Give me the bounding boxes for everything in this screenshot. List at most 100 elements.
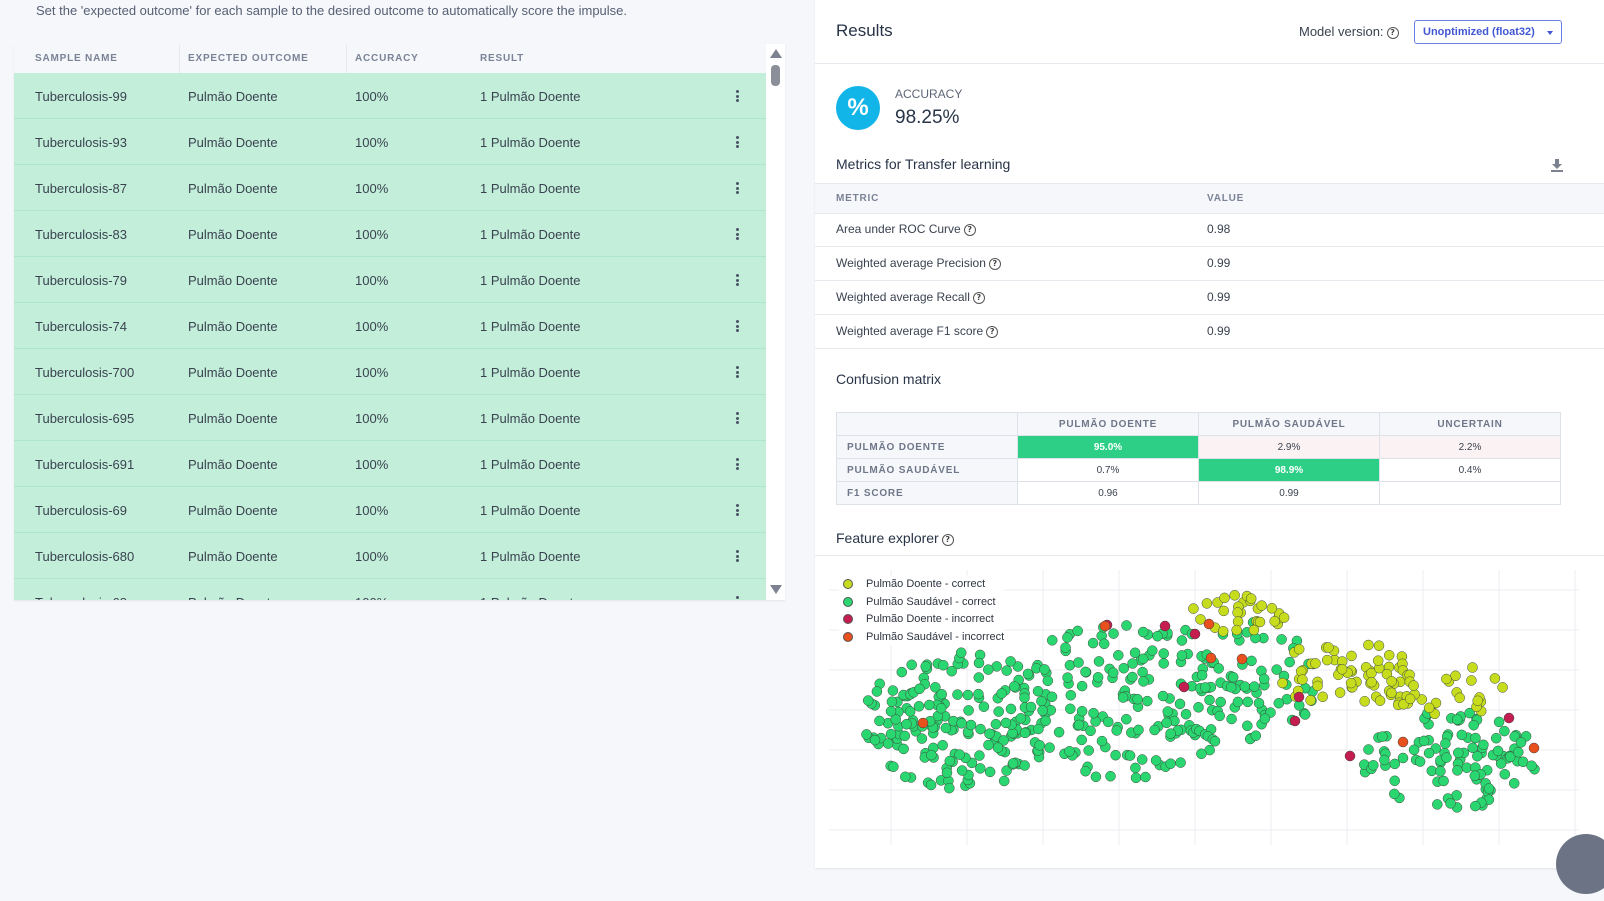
scroll-thumb[interactable] [771,65,780,86]
scatter-point [1456,729,1468,741]
scatter-point [1147,645,1158,656]
more-options-icon[interactable] [733,136,741,150]
scroll-down-arrow-icon[interactable] [770,585,782,594]
more-options-icon[interactable] [733,458,741,472]
expected-outcome[interactable]: Pulmão Doente [188,227,278,242]
help-icon[interactable]: ? [988,258,1001,270]
scatter-point [1019,727,1031,739]
scatter-point [1065,689,1077,701]
legend-item[interactable]: Pulmão Doente - correct [839,576,1004,594]
expected-outcome[interactable]: Pulmão Doente [188,319,278,334]
scatter-point [1019,760,1030,771]
expected-outcome[interactable]: Pulmão Doente [188,411,278,426]
scroll-up-arrow-icon[interactable] [770,49,782,58]
scatter-point [1441,752,1452,763]
scatter-point [1005,703,1017,715]
help-icon[interactable]: ? [1386,27,1399,39]
accuracy: 100% [355,457,389,472]
legend-item[interactable]: Pulmão Saudável - correct [839,594,1004,612]
scatter-point [1096,735,1108,747]
expected-outcome[interactable]: Pulmão Doente [188,181,278,196]
scatter-point [1072,625,1083,637]
table-row[interactable]: Tuberculosis-68 Pulmão Doente 100% 1 Pulmão… [14,579,766,600]
scatter-point [882,738,894,749]
cm-cell: 2.2% [1379,435,1561,459]
more-options-icon[interactable] [733,596,741,600]
legend-marker-icon [843,631,853,642]
samples-scrollbar[interactable] [766,44,784,600]
column-header-result[interactable]: RESULT [480,53,524,64]
scatter-point [1284,656,1295,668]
cm-cell: 0.99 [1198,481,1380,505]
scatter-point [1118,662,1130,674]
expected-outcome[interactable]: Pulmão Doente [188,365,278,380]
more-options-icon[interactable] [733,182,741,196]
help-chat-button[interactable] [1556,834,1604,894]
scatter-point [914,683,925,695]
more-options-icon[interactable] [733,320,741,334]
expected-outcome[interactable]: Pulmão Doente [188,457,278,472]
table-row[interactable]: Tuberculosis-691 Pulmão Doente 100% 1 Pulmã… [14,441,766,487]
table-row[interactable]: Tuberculosis-93 Pulmão Doente 100% 1 Pulmão… [14,119,766,165]
table-row[interactable]: Tuberculosis-695 Pulmão Doente 100% 1 Pulmã… [14,395,766,441]
scatter-point [1215,696,1226,708]
table-row[interactable]: Tuberculosis-680 Pulmão Doente 100% 1 Pulmã… [14,533,766,579]
table-row[interactable]: Tuberculosis-87 Pulmão Doente 100% 1 Pulmão… [14,165,766,211]
scatter-point [1046,635,1058,646]
more-options-icon[interactable] [733,228,741,242]
more-options-icon[interactable] [733,412,741,426]
scatter-point [984,766,996,778]
scatter-point [1345,677,1357,689]
scatter-point [983,664,994,675]
more-options-icon[interactable] [733,274,741,288]
expected-outcome[interactable]: Pulmão Doente [188,89,278,104]
metric-row: Weighted average F1 score? 0.99 [815,315,1604,349]
expected-outcome[interactable]: Pulmão Doente [188,503,278,518]
column-header-expected-outcome[interactable]: EXPECTED OUTCOME [188,53,309,64]
scatter-point [1175,757,1186,768]
scatter-point [899,730,911,742]
scatter-point [1159,620,1171,632]
more-options-icon[interactable] [733,366,741,380]
scatter-point [1176,635,1188,646]
column-header-accuracy[interactable]: ACCURACY [355,53,419,64]
download-icon[interactable] [1550,158,1564,172]
legend-item[interactable]: Pulmão Saudável - incorrect [839,629,1004,647]
more-options-icon[interactable] [733,550,741,564]
scatter-point [952,689,963,700]
scatter-point [1363,639,1374,651]
more-options-icon[interactable] [733,504,741,518]
scatter-point [1232,607,1243,618]
table-row[interactable]: Tuberculosis-69 Pulmão Doente 100% 1 Pulmão… [14,487,766,533]
scatter-point [1513,746,1524,758]
table-row[interactable]: Tuberculosis-83 Pulmão Doente 100% 1 Pulmão… [14,211,766,257]
expected-outcome[interactable]: Pulmão Doente [188,273,278,288]
scatter-point [1368,760,1379,771]
table-row[interactable]: Tuberculosis-74 Pulmão Doente 100% 1 Pulmão… [14,303,766,349]
cm-row-header: PULMÃO SAUDÁVEL [836,458,1018,482]
scatter-point [1470,732,1481,744]
table-row[interactable]: Tuberculosis-99 Pulmão Doente 100% 1 Pulmão… [14,73,766,119]
result: 1 Pulmão Doente [480,595,580,600]
expected-outcome[interactable]: Pulmão Doente [188,549,278,564]
scatter-point [1158,648,1169,659]
metric-row: Area under ROC Curve? 0.98 [815,213,1604,247]
model-version-select[interactable]: Unoptimized (float32) [1414,20,1562,44]
scatter-point [1483,783,1495,794]
scatter-point [1418,735,1430,747]
help-icon[interactable]: ? [986,326,999,338]
help-icon[interactable]: ? [963,224,976,236]
table-row[interactable]: Tuberculosis-79 Pulmão Doente 100% 1 Pulmão… [14,257,766,303]
help-icon[interactable]: ? [941,534,954,546]
help-icon[interactable]: ? [972,292,985,304]
scatter-point [1219,592,1230,604]
more-options-icon[interactable] [733,90,741,104]
expected-outcome[interactable]: Pulmão Doente [188,595,278,600]
column-header-sample-name[interactable]: SAMPLE NAME [35,53,118,64]
scatter-point [944,755,956,767]
table-row[interactable]: Tuberculosis-700 Pulmão Doente 100% 1 Pulmã… [14,349,766,395]
expected-outcome[interactable]: Pulmão Doente [188,135,278,150]
scatter-point [1256,600,1267,611]
legend-item[interactable]: Pulmão Doente - incorrect [839,611,1004,629]
scatter-point [1245,593,1257,604]
